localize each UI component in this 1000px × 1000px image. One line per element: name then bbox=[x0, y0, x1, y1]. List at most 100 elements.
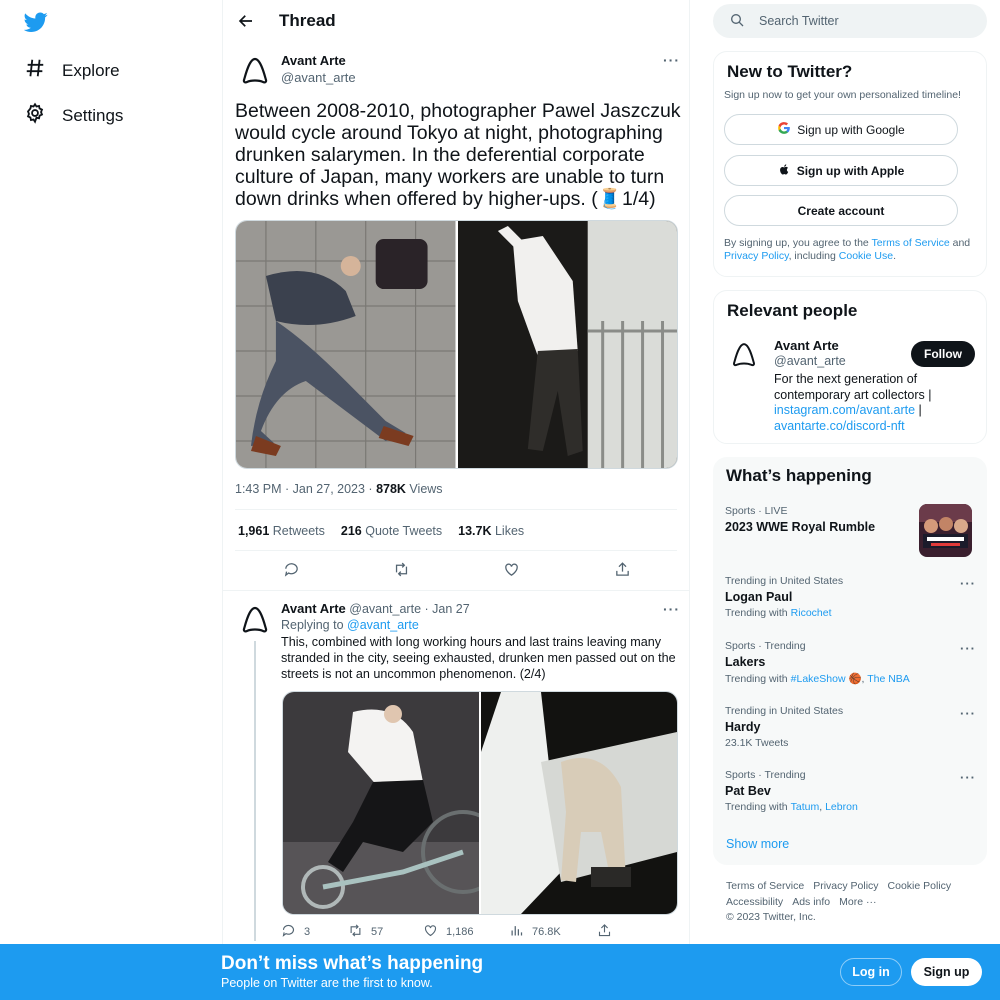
hashtag-icon bbox=[24, 57, 46, 84]
more-options-icon[interactable]: ··· bbox=[960, 641, 976, 656]
footer-link[interactable]: Privacy Policy bbox=[813, 880, 878, 892]
trend-item[interactable]: Trending in United States Logan Paul Tre… bbox=[725, 575, 975, 619]
bio-link[interactable]: avantarte.co/discord-nft bbox=[774, 419, 905, 433]
trend-thumbnail[interactable] bbox=[919, 504, 972, 557]
like-action[interactable]: 1,186 bbox=[423, 923, 474, 941]
trend-name: Pat Bev bbox=[725, 784, 771, 798]
apple-signup-label: Sign up with Apple bbox=[796, 163, 905, 178]
footer-link[interactable]: Ads info bbox=[792, 896, 830, 908]
apple-icon bbox=[778, 163, 791, 179]
terms-link[interactable]: Terms of Service bbox=[872, 237, 950, 249]
back-arrow-icon[interactable] bbox=[233, 8, 259, 34]
google-icon bbox=[777, 121, 791, 138]
reply-author-handle[interactable]: @avant_arte bbox=[349, 602, 421, 616]
login-button[interactable]: Log in bbox=[840, 958, 902, 986]
trend-item[interactable]: Sports · Trending Pat Bev Trending with T… bbox=[725, 769, 975, 813]
retweet-count: 57 bbox=[371, 926, 384, 938]
share-action[interactable] bbox=[597, 923, 612, 941]
gear-icon bbox=[24, 102, 46, 129]
more-options-icon[interactable]: ··· bbox=[663, 601, 680, 617]
follow-button[interactable]: Follow bbox=[911, 341, 975, 367]
reply-date[interactable]: · Jan 27 bbox=[425, 602, 470, 616]
more-options-icon[interactable]: ··· bbox=[960, 770, 976, 785]
reply-icon[interactable] bbox=[280, 558, 302, 580]
reply-photo-1[interactable] bbox=[283, 692, 479, 914]
footer-more-button[interactable]: More ··· bbox=[839, 896, 876, 908]
trend-link[interactable]: #LakeShow 🏀 bbox=[791, 673, 862, 685]
quotes-label: Quote Tweets bbox=[365, 524, 443, 538]
avatar[interactable] bbox=[726, 336, 762, 372]
avatar[interactable] bbox=[235, 599, 275, 639]
bio-text: For the next generation of contemporary … bbox=[774, 372, 932, 402]
reply-count: 3 bbox=[304, 926, 311, 938]
footer-link[interactable]: Terms of Service bbox=[726, 880, 804, 892]
trend-link[interactable]: Tatum bbox=[791, 801, 820, 813]
trend-link[interactable]: Lebron bbox=[825, 801, 858, 813]
reply-tweet[interactable]: Avant Arte @avant_arte · Jan 27 ··· Repl… bbox=[223, 590, 689, 944]
nav-item-settings[interactable]: Settings bbox=[24, 102, 123, 129]
quotes-stat[interactable]: 216 Quote Tweets bbox=[341, 524, 442, 538]
signup-subtitle: Sign up now to get your own personalized… bbox=[724, 89, 961, 101]
search-input[interactable]: Search Twitter bbox=[759, 14, 839, 28]
google-signup-button[interactable]: Sign up with Google bbox=[724, 114, 958, 145]
quotes-count: 216 bbox=[340, 524, 362, 538]
tweet-photo-2[interactable] bbox=[457, 221, 677, 468]
relevant-people-panel: Relevant people Avant Arte @avant_arte F… bbox=[713, 290, 987, 444]
more-options-icon[interactable]: ··· bbox=[960, 706, 976, 721]
nav-label-explore: Explore bbox=[62, 60, 120, 80]
person-handle[interactable]: @avant_arte bbox=[774, 354, 846, 368]
more-options-icon[interactable]: ··· bbox=[960, 576, 976, 591]
trend-link[interactable]: The NBA bbox=[867, 673, 910, 685]
like-count: 1,186 bbox=[446, 926, 474, 938]
thread-connector-line bbox=[254, 641, 256, 941]
signup-button[interactable]: Sign up bbox=[911, 958, 982, 986]
panel-title: What’s happening bbox=[726, 466, 872, 485]
trend-sub: Trending with Tatum, Lebron bbox=[725, 801, 858, 813]
reply-media[interactable] bbox=[282, 691, 678, 915]
retweets-label: Retweets bbox=[272, 524, 325, 538]
retweets-stat[interactable]: 1,961 Retweets bbox=[238, 524, 325, 538]
tweet-media[interactable] bbox=[235, 220, 678, 469]
search-bar[interactable]: Search Twitter bbox=[713, 4, 987, 38]
person-name[interactable]: Avant Arte bbox=[774, 338, 839, 353]
trend-item[interactable]: Sports · Trending Lakers Trending with #L… bbox=[725, 640, 975, 685]
cookie-link[interactable]: Cookie Use bbox=[839, 250, 893, 262]
footer-link[interactable]: Accessibility bbox=[726, 896, 783, 908]
retweet-action[interactable]: 57 bbox=[348, 923, 383, 941]
reply-author-name[interactable]: Avant Arte bbox=[281, 601, 346, 616]
avatar[interactable] bbox=[235, 50, 275, 90]
nav-item-explore[interactable]: Explore bbox=[24, 57, 120, 84]
tweet-photo-1[interactable] bbox=[236, 221, 456, 468]
bottom-bar-title: Don’t miss what’s happening bbox=[221, 953, 484, 974]
share-icon[interactable] bbox=[611, 558, 633, 580]
bio-link[interactable]: instagram.com/avant.arte bbox=[774, 403, 915, 417]
tweet-time: 1:43 PM · Jan 27, 2023 · bbox=[235, 482, 377, 496]
author-handle[interactable]: @avant_arte bbox=[281, 70, 356, 85]
footer-link[interactable]: Cookie Policy bbox=[888, 880, 952, 892]
legal-text: , including bbox=[788, 250, 839, 262]
trend-sub-label: Trending with bbox=[725, 607, 788, 619]
privacy-link[interactable]: Privacy Policy bbox=[724, 250, 789, 262]
divider bbox=[235, 550, 677, 551]
views-count: 878K bbox=[376, 482, 406, 496]
more-options-icon[interactable]: ··· bbox=[663, 52, 680, 68]
apple-signup-button[interactable]: Sign up with Apple bbox=[724, 155, 958, 186]
trend-item[interactable]: Trending in United States Hardy 23.1K Tw… bbox=[725, 705, 975, 749]
trend-link[interactable]: Ricochet bbox=[791, 607, 832, 619]
like-icon[interactable] bbox=[500, 558, 522, 580]
twitter-logo-icon[interactable] bbox=[23, 10, 48, 34]
tweet-timestamp[interactable]: 1:43 PM · Jan 27, 2023 · 878K Views bbox=[235, 482, 443, 496]
reply-action[interactable]: 3 bbox=[281, 923, 310, 941]
replying-to-link[interactable]: @avant_arte bbox=[347, 618, 419, 632]
reply-header: Avant Arte @avant_arte · Jan 27 bbox=[281, 601, 470, 616]
retweets-count: 1,961 bbox=[238, 524, 270, 538]
author-name[interactable]: Avant Arte bbox=[281, 53, 346, 68]
retweet-icon[interactable] bbox=[390, 558, 412, 580]
likes-stat[interactable]: 13.7K Likes bbox=[458, 524, 524, 538]
reply-photo-2[interactable] bbox=[481, 692, 677, 914]
share-icon bbox=[597, 923, 612, 941]
create-account-button[interactable]: Create account bbox=[724, 195, 958, 226]
show-more-link[interactable]: Show more bbox=[726, 837, 789, 851]
views-action[interactable]: 76.8K bbox=[509, 923, 561, 941]
search-icon bbox=[729, 12, 745, 31]
